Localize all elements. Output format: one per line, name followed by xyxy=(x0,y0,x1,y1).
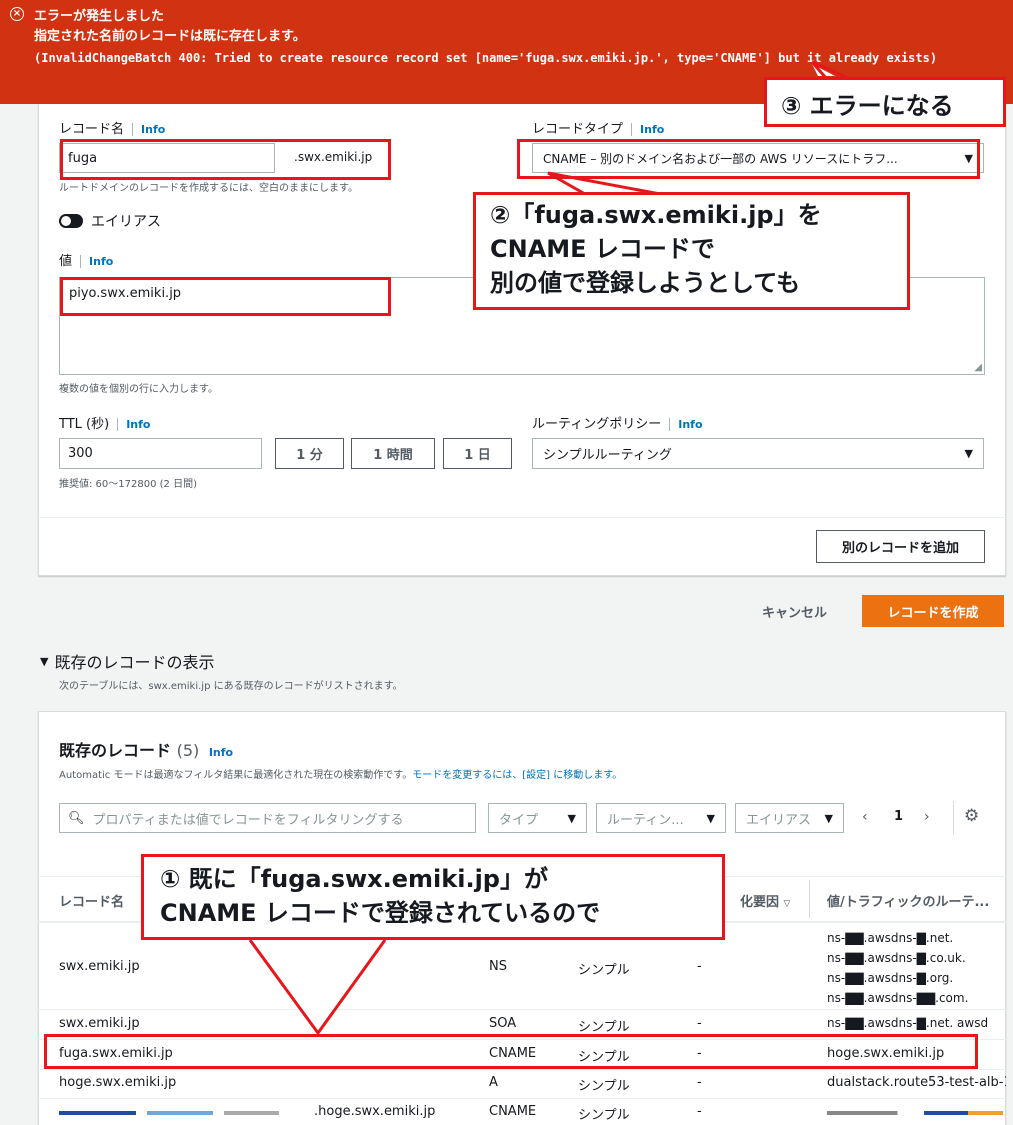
callout-2: ②「fuga.swx.emiki.jp」を CNAME レコードで 別の値で登録… xyxy=(473,192,910,310)
callout-1-line2: CNAME レコードで登録されているので xyxy=(160,899,601,927)
highlight-record-type xyxy=(517,139,980,179)
callout-2-line3: 別の値で登録しようとしても xyxy=(490,269,801,297)
callout-1: ① 既に「fuga.swx.emiki.jp」が CNAME レコードで登録され… xyxy=(141,854,725,940)
callout-1-line1: ① 既に「fuga.swx.emiki.jp」が xyxy=(160,865,548,893)
highlight-value xyxy=(60,277,391,316)
callout-2-line2: CNAME レコードで xyxy=(490,235,715,263)
callout-3: ③ エラーになる xyxy=(764,77,1006,127)
callout-3-text: ③ エラーになる xyxy=(781,92,954,120)
callout-2-line1: ②「fuga.swx.emiki.jp」を xyxy=(490,201,822,229)
highlight-existing-row xyxy=(44,1034,978,1069)
highlight-record-name xyxy=(60,139,391,180)
